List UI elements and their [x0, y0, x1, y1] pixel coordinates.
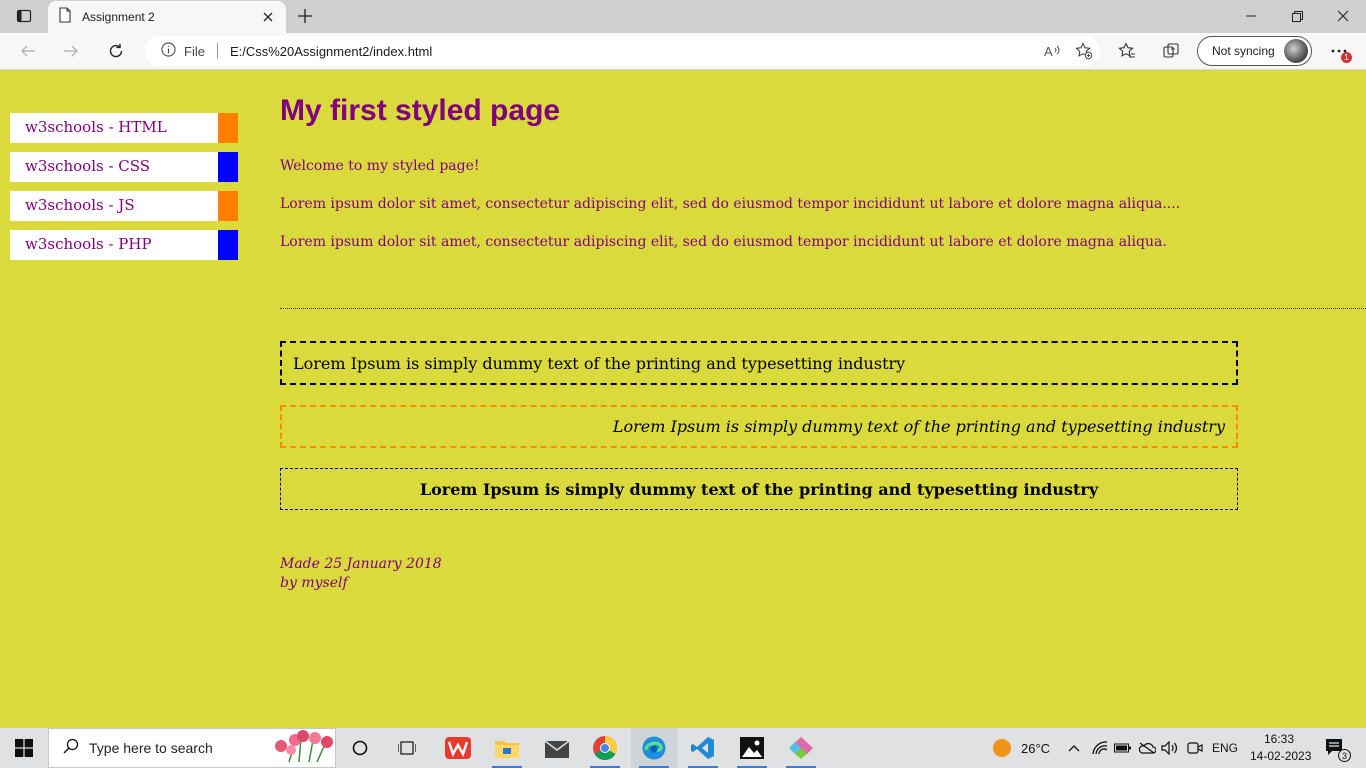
clock-time[interactable]: 16:33	[1264, 732, 1294, 746]
close-window-icon[interactable]	[1320, 0, 1366, 32]
address-prefix: File	[184, 43, 205, 59]
dotted-divider	[280, 308, 1366, 309]
chevron-up-icon[interactable]	[1062, 728, 1086, 768]
info-icon[interactable]	[161, 41, 176, 61]
mail-icon[interactable]	[534, 728, 580, 768]
svg-text:A: A	[1044, 44, 1053, 59]
sidebar-item-label: w3schools - PHP	[25, 235, 152, 253]
restore-icon[interactable]	[1274, 0, 1320, 32]
dashed-box-left: Lorem Ipsum is simply dummy text of the …	[280, 341, 1238, 385]
new-tab-icon[interactable]	[292, 4, 318, 28]
taskbar-search-input[interactable]: Type here to search	[48, 728, 336, 768]
page-footer: Made 25 January 2018 by myself	[280, 555, 442, 593]
collections-icon[interactable]	[1156, 37, 1186, 65]
clock-date[interactable]: 14-02-2023	[1250, 749, 1311, 763]
notification-badge: 1	[1341, 52, 1352, 63]
battery-icon[interactable]	[1111, 728, 1135, 768]
search-placeholder: Type here to search	[89, 740, 213, 756]
nav-accent-stripe	[218, 230, 238, 260]
onedrive-icon[interactable]	[1135, 728, 1159, 768]
main-content: My first styled page Welcome to my style…	[280, 71, 1366, 591]
footer-author: by myself	[280, 575, 348, 591]
search-icon	[63, 738, 79, 758]
read-aloud-icon[interactable]: A	[1036, 37, 1068, 65]
address-divider	[216, 43, 218, 59]
nav-accent-stripe	[218, 152, 238, 182]
sidebar-item-label: w3schools - HTML	[25, 118, 167, 136]
address-bar[interactable]: File E:/Css%20Assignment2/index.html A	[145, 36, 1100, 66]
sidebar-item-js[interactable]: w3schools - JS	[10, 191, 238, 221]
paragraph-1: Lorem ipsum dolor sit amet, consectetur …	[280, 196, 1181, 212]
vscode-icon[interactable]	[680, 728, 726, 768]
favorites-icon[interactable]	[1112, 37, 1142, 65]
nav-accent-stripe	[218, 113, 238, 143]
git-icon[interactable]	[778, 728, 824, 768]
tab-strip: Assignment 2	[0, 0, 1366, 33]
file-explorer-icon[interactable]	[484, 728, 530, 768]
volume-icon[interactable]	[1158, 728, 1182, 768]
page-icon	[58, 7, 72, 27]
more-menu-icon[interactable]: 1	[1324, 37, 1354, 65]
profile-sync-button[interactable]: Not syncing	[1197, 36, 1312, 66]
box-text: Lorem Ipsum is simply dummy text of the …	[293, 353, 906, 373]
minimize-icon[interactable]	[1228, 0, 1274, 32]
language-indicator[interactable]: ENG	[1212, 741, 1238, 755]
wps-office-icon[interactable]	[435, 728, 481, 768]
welcome-text: Welcome to my styled page!	[280, 158, 480, 174]
footer-date: Made 25 January 2018	[280, 556, 442, 572]
tab-actions-icon[interactable]	[8, 4, 40, 28]
sidebar-item-html[interactable]: w3schools - HTML	[10, 113, 238, 143]
photos-icon[interactable]	[729, 728, 775, 768]
forward-icon[interactable]	[56, 37, 86, 65]
url-text[interactable]: E:/Css%20Assignment2/index.html	[230, 44, 1036, 59]
nav-accent-stripe	[218, 191, 238, 221]
tab-title: Assignment 2	[82, 10, 155, 24]
taskbar: Type here to search 26°C ENG 16:33 14-02…	[0, 728, 1366, 768]
notification-count-badge: 3	[1338, 749, 1351, 762]
dashed-box-right-italic: Lorem Ipsum is simply dummy text of the …	[280, 405, 1238, 448]
sidebar-nav: w3schools - HTML w3schools - CSS w3schoo…	[10, 113, 238, 269]
windows-start-icon[interactable]	[0, 728, 48, 768]
browser-toolbar: File E:/Css%20Assignment2/index.html A N…	[0, 33, 1366, 70]
close-tab-icon[interactable]	[260, 9, 276, 25]
wifi-icon[interactable]	[1088, 728, 1112, 768]
paragraph-2: Lorem ipsum dolor sit amet, consectetur …	[280, 234, 1167, 250]
back-icon[interactable]	[13, 37, 43, 65]
add-favorite-icon[interactable]	[1068, 37, 1100, 65]
page-title: My first styled page	[280, 94, 561, 127]
weather-sun-icon[interactable]	[982, 728, 1022, 768]
sidebar-item-label: w3schools - CSS	[25, 157, 151, 175]
notification-center-icon[interactable]: 3	[1318, 728, 1354, 768]
refresh-icon[interactable]	[101, 37, 131, 65]
box-text: Lorem Ipsum is simply dummy text of the …	[419, 479, 1099, 499]
chrome-icon[interactable]	[582, 728, 628, 768]
flowers-icon	[269, 728, 335, 768]
sidebar-item-css[interactable]: w3schools - CSS	[10, 152, 238, 182]
box-text: Lorem Ipsum is simply dummy text of the …	[612, 417, 1225, 436]
weather-temperature[interactable]: 26°C	[1021, 741, 1050, 756]
sync-label: Not syncing	[1212, 44, 1275, 58]
dashed-box-center-bold: Lorem Ipsum is simply dummy text of the …	[280, 468, 1238, 510]
avatar	[1284, 39, 1308, 63]
sidebar-item-php[interactable]: w3schools - PHP	[10, 230, 238, 260]
browser-tab[interactable]: Assignment 2	[48, 1, 286, 33]
sidebar-item-label: w3schools - JS	[25, 196, 135, 214]
web-page: w3schools - HTML w3schools - CSS w3schoo…	[0, 71, 1366, 728]
cortana-icon[interactable]	[337, 728, 383, 768]
task-view-icon[interactable]	[384, 728, 430, 768]
edge-icon[interactable]	[631, 728, 677, 768]
meet-now-icon[interactable]	[1183, 728, 1207, 768]
